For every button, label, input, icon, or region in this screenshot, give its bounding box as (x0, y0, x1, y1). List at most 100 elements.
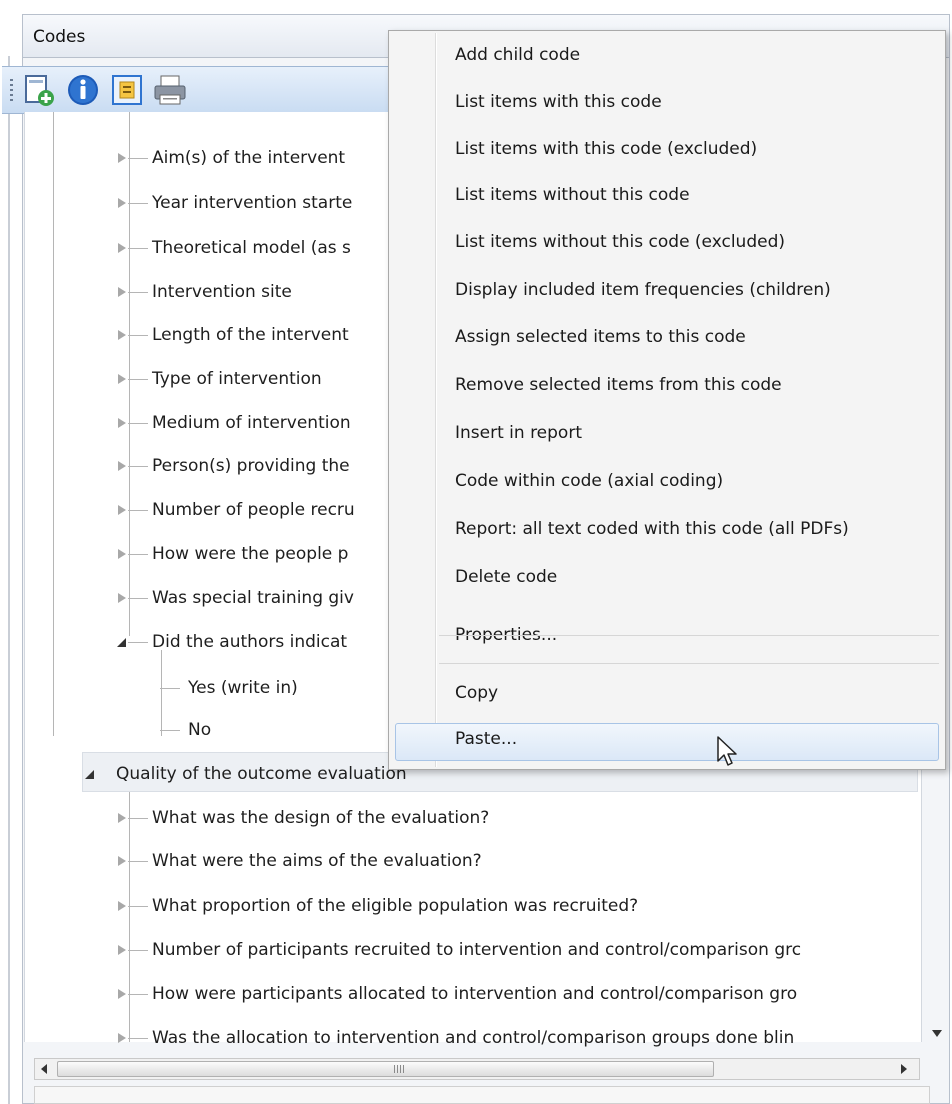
menu-item-insert-in-report[interactable]: Insert in report (455, 423, 582, 443)
tree-node-label: Yes (write in) (188, 678, 298, 698)
menu-separator (439, 663, 939, 664)
tree-connector-line (128, 335, 148, 336)
print-button[interactable] (152, 73, 186, 107)
tree-connector-line (128, 598, 148, 599)
expand-arrow-icon[interactable] (118, 945, 126, 955)
tree-node[interactable]: Was special training giv (152, 578, 354, 618)
expand-arrow-icon[interactable] (118, 243, 126, 253)
tree-connector-line (128, 1038, 148, 1039)
tree-node[interactable]: Year intervention starte (152, 183, 352, 223)
tree-connector-line (128, 248, 148, 249)
tree-connector-line (128, 292, 148, 293)
expand-arrow-icon[interactable] (118, 287, 126, 297)
tree-node[interactable]: What were the aims of the evaluation? (152, 841, 482, 881)
code-properties-button[interactable] (110, 73, 144, 107)
expand-arrow-icon[interactable] (118, 1033, 126, 1043)
tree-node-label: Number of participants recruited to inte… (152, 940, 802, 960)
tree-node[interactable]: What was the design of the evaluation? (152, 798, 489, 838)
menu-item-paste[interactable]: Paste... (455, 729, 517, 749)
tree-node[interactable]: Number of participants recruited to inte… (152, 930, 801, 970)
tree-node-label: No (188, 720, 212, 740)
tree-node-label: What proportion of the eligible populati… (152, 896, 639, 916)
tree-node[interactable]: Medium of intervention (152, 403, 351, 443)
tree-connector-line (128, 994, 148, 995)
tree-guide-line (161, 650, 162, 736)
tree-node-label: How were participants allocated to inter… (152, 984, 798, 1004)
add-code-button[interactable] (22, 73, 56, 107)
bottom-panel-bar (34, 1086, 930, 1104)
tree-node-label: Theoretical model (as s (152, 238, 351, 258)
menu-item-add-child-code[interactable]: Add child code (455, 45, 580, 65)
collapse-arrow-icon[interactable] (85, 770, 94, 779)
tree-node[interactable]: How were the people p (152, 534, 348, 574)
context-menu: Add child code List items with this code L… (388, 30, 946, 770)
menu-item-report-all-text[interactable]: Report: all text coded with this code (a… (455, 519, 849, 539)
expand-arrow-icon[interactable] (118, 593, 126, 603)
tree-node-label: Number of people recru (152, 500, 355, 520)
menu-item-list-items-without-excluded[interactable]: List items without this code (excluded) (455, 232, 785, 252)
tree-section-node[interactable]: Quality of the outcome evaluation (116, 754, 407, 794)
toolbar-grip[interactable] (10, 79, 13, 103)
tree-node-label: Year intervention starte (152, 193, 353, 213)
tree-connector-line (160, 688, 180, 689)
expand-arrow-icon[interactable] (118, 153, 126, 163)
menu-separator (439, 635, 939, 636)
scroll-down-arrow[interactable] (932, 1030, 942, 1037)
mouse-pointer-icon (717, 736, 737, 766)
expand-arrow-icon[interactable] (118, 901, 126, 911)
tree-node[interactable]: What proportion of the eligible populati… (152, 886, 638, 926)
tree-node[interactable]: Number of people recru (152, 490, 355, 530)
tree-connector-line (128, 906, 148, 907)
tree-connector-line (128, 203, 148, 204)
horizontal-scrollbar[interactable] (34, 1058, 920, 1080)
menu-item-list-items[interactable]: List items with this code (455, 92, 662, 112)
info-button[interactable] (66, 73, 100, 107)
tree-node-label: Was special training giv (152, 588, 354, 608)
menu-item-assign-selected[interactable]: Assign selected items to this code (455, 327, 746, 347)
expand-arrow-icon[interactable] (118, 198, 126, 208)
expand-arrow-icon[interactable] (118, 813, 126, 823)
tree-guide-line (129, 784, 130, 1042)
tree-leaf-node[interactable]: No (188, 710, 211, 750)
horizontal-scroll-thumb[interactable] (57, 1061, 714, 1077)
tree-node[interactable]: Person(s) providing the (152, 446, 350, 486)
tree-node-label: Length of the intervent (152, 325, 349, 345)
expand-arrow-icon[interactable] (118, 856, 126, 866)
add-code-icon (25, 75, 54, 106)
menu-item-code-within-code[interactable]: Code within code (axial coding) (455, 471, 723, 491)
collapse-arrow-icon[interactable] (117, 638, 126, 647)
menu-item-list-items-excluded[interactable]: List items with this code (excluded) (455, 139, 757, 159)
tree-leaf-node[interactable]: Yes (write in) (188, 668, 298, 708)
tree-connector-line (128, 861, 148, 862)
expand-arrow-icon[interactable] (118, 418, 126, 428)
tree-node-label: What were the aims of the evaluation? (152, 851, 482, 871)
expand-arrow-icon[interactable] (118, 549, 126, 559)
tree-node[interactable]: Intervention site (152, 272, 292, 312)
tree-connector-line (128, 818, 148, 819)
tree-node[interactable]: Type of intervention (152, 359, 322, 399)
tree-connector-line (160, 730, 180, 731)
tree-node[interactable]: Theoretical model (as s (152, 228, 351, 268)
tree-connector-line (128, 379, 148, 380)
menu-icon-gutter-highlight (436, 33, 437, 767)
tree-guide-line (129, 112, 130, 636)
scroll-left-arrow[interactable] (41, 1064, 47, 1074)
tree-node-label: Intervention site (152, 282, 292, 302)
expand-arrow-icon[interactable] (118, 374, 126, 384)
menu-item-delete-code[interactable]: Delete code (455, 567, 557, 587)
tree-node[interactable]: How were participants allocated to inter… (152, 974, 797, 1014)
tree-node[interactable]: Was the allocation to intervention and c… (152, 1018, 794, 1058)
menu-item-remove-selected[interactable]: Remove selected items from this code (455, 375, 782, 395)
tree-connector-line (128, 158, 148, 159)
menu-item-copy[interactable]: Copy (455, 683, 498, 703)
tree-node[interactable]: Did the authors indicat (152, 622, 347, 662)
expand-arrow-icon[interactable] (118, 505, 126, 515)
tree-node[interactable]: Aim(s) of the intervent (152, 138, 345, 178)
expand-arrow-icon[interactable] (118, 330, 126, 340)
expand-arrow-icon[interactable] (118, 989, 126, 999)
tree-node[interactable]: Length of the intervent (152, 315, 349, 355)
scroll-right-arrow[interactable] (901, 1064, 907, 1074)
menu-item-display-frequencies[interactable]: Display included item frequencies (child… (455, 280, 831, 300)
expand-arrow-icon[interactable] (118, 461, 126, 471)
menu-item-list-items-without[interactable]: List items without this code (455, 185, 690, 205)
